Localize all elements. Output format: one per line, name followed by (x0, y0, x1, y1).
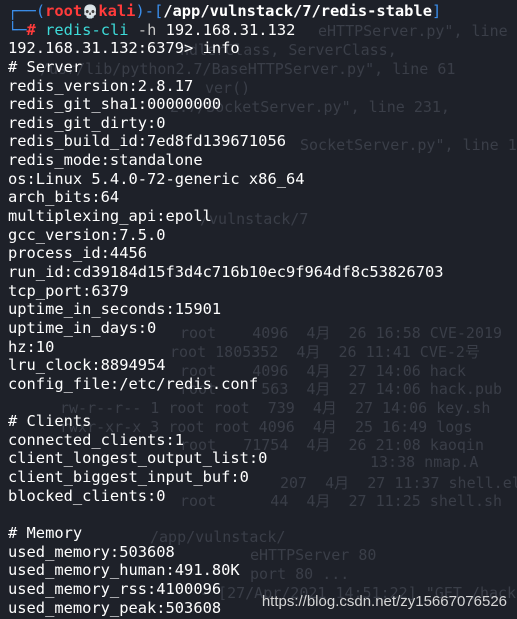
output-line: multiplexing_api:epoll (8, 207, 212, 226)
output-line: process_id:4456 (8, 244, 147, 263)
prompt-bottom-frame: └─ (8, 20, 27, 39)
redis-command: info (202, 39, 240, 58)
output-line: client_longest_output_list:0 (8, 449, 268, 468)
output-line: connected_clients:1 (8, 430, 185, 449)
output-line: lru_clock:8894954 (8, 356, 166, 375)
output-line: os:Linux 5.4.0-72-generic x86_64 (8, 169, 305, 188)
redis-prompt-line: 192.168.31.132:6379> info (8, 39, 517, 58)
prompt-host: kali (98, 2, 136, 20)
output-line: used_memory_human:491.80K (8, 561, 240, 580)
prompt-top-frame: ┌── (8, 2, 36, 20)
prompt-open-paren: ( (35, 2, 46, 20)
prompt-hash: # (26, 20, 36, 39)
prompt-bracket-open: )-[ (135, 2, 164, 20)
terminal-window[interactable]: eHTTPServer.py", line 2 ndlerClass, Serv… (0, 0, 517, 619)
output-line: tcp_port:6379 (8, 281, 129, 300)
output-line: blocked_clients:0 (8, 486, 166, 505)
output-line: # Server (8, 57, 83, 76)
output-line: redis_git_sha1:00000000 (8, 95, 222, 114)
output-line: redis_mode:standalone (8, 151, 203, 170)
output-line: run_id:cd39184d15f3d4c716b10ec9f964df8c5… (8, 262, 444, 281)
output-line: redis_build_id:7ed8fd139671056 (8, 132, 286, 151)
output-line: # Clients (8, 412, 92, 431)
terminal-output[interactable]: ┌──(root💀kali)-[/app/vulnstack/7/redis-s… (8, 2, 517, 617)
output-line: used_memory:503608 (8, 542, 175, 561)
redis-prompt: 192.168.31.132:6379> (8, 39, 194, 58)
output-line: client_biggest_input_buf:0 (8, 468, 249, 487)
output-line: redis_version:2.8.17 (8, 76, 194, 95)
output-line: uptime_in_seconds:15901 (8, 300, 222, 319)
prompt-bracket-close: ] (431, 2, 442, 20)
prompt-user: root (45, 2, 83, 20)
skull-icon: 💀 (82, 5, 99, 20)
prompt-path: /app/vulnstack/7/redis-stable (163, 2, 432, 20)
watermark-url: https://blog.csdn.net/zy15667076526 (261, 593, 507, 610)
shell-prompt-line-2: └─# redis-cli -h 192.168.31.132 (8, 21, 517, 40)
command-argument: 192.168.31.132 (165, 20, 296, 39)
output-line: uptime_in_days:0 (8, 318, 157, 337)
output-line: gcc_version:7.5.0 (8, 225, 166, 244)
output-line: # Memory (8, 523, 83, 542)
output-line: hz:10 (8, 337, 55, 356)
command-name: redis-cli (45, 20, 129, 39)
output-line: redis_git_dirty:0 (8, 113, 166, 132)
output-line: arch_bits:64 (8, 188, 120, 207)
shell-prompt-line-1: ┌──(root💀kali)-[/app/vulnstack/7/redis-s… (8, 2, 517, 21)
output-line: config_file:/etc/redis.conf (8, 374, 259, 393)
command-option: -h (137, 20, 157, 39)
